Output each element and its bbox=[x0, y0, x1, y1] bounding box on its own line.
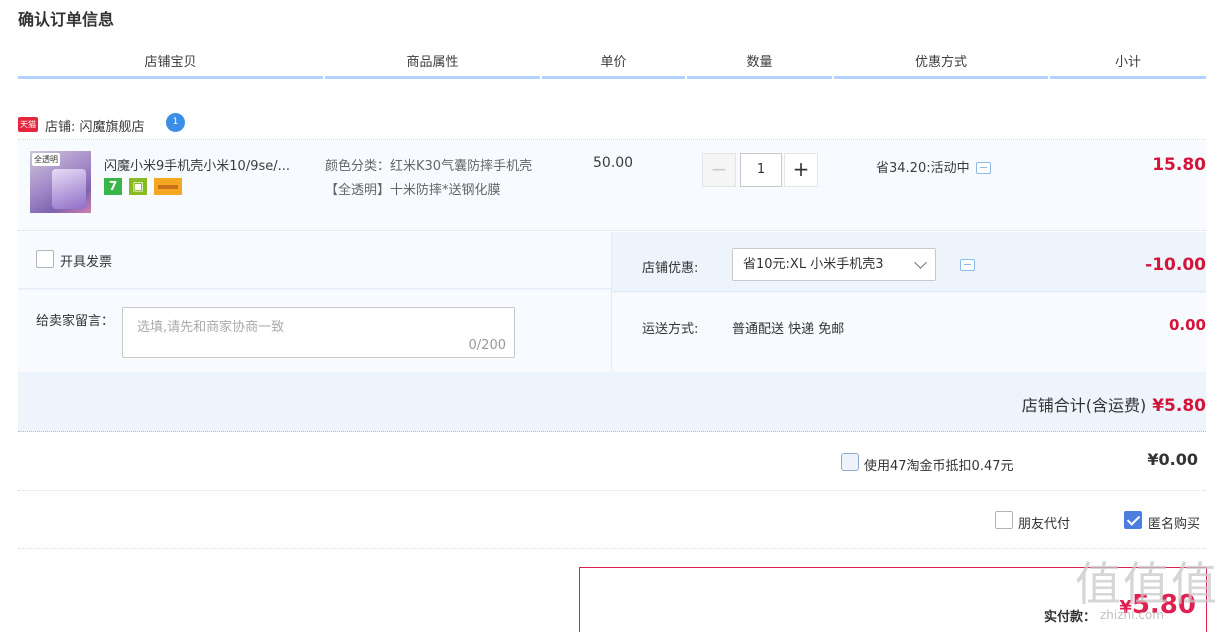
discount-text: 省34.20:活动中 bbox=[876, 161, 970, 176]
invoice-label[interactable]: 开具发票 bbox=[60, 251, 112, 270]
watermark-logo: 值值值 bbox=[1075, 557, 1219, 611]
shipping-fee: 0.00 bbox=[1168, 316, 1206, 334]
shop-total: 店铺合计(含运费) ¥5.80 bbox=[1022, 392, 1206, 416]
memo-char-count: 0/200 bbox=[468, 338, 506, 353]
order-item-row: 全透明 闪魔小米9手机壳小米10/9se/... 7 ▣ 颜色分类：红米K30气… bbox=[18, 141, 1206, 231]
coins-value: ¥0.00 bbox=[1147, 450, 1198, 469]
thumbnail-tag: 全透明 bbox=[32, 153, 60, 166]
credit-card-icon[interactable] bbox=[154, 178, 183, 195]
column-divider bbox=[611, 232, 612, 372]
coins-checkbox[interactable] bbox=[841, 453, 859, 471]
taobao-coins-row: 使用47淘金币抵扣0.47元 ¥0.00 bbox=[18, 433, 1206, 491]
shop-total-value: ¥5.80 bbox=[1152, 396, 1206, 416]
item-subtotal: 15.80 bbox=[1152, 155, 1206, 175]
message-icon[interactable] bbox=[975, 162, 991, 174]
col-header-discount: 优惠方式 bbox=[834, 53, 1048, 79]
shop-discount-select[interactable]: 省10元:XL 小米手机壳3 bbox=[732, 248, 936, 281]
chat-bubble-icon[interactable]: 1 bbox=[166, 113, 185, 132]
message-icon[interactable] bbox=[960, 259, 975, 271]
friend-pay-label[interactable]: 朋友代付 bbox=[1018, 513, 1070, 532]
col-header-shop-item: 店铺宝贝 bbox=[18, 53, 323, 79]
invoice-checkbox[interactable] bbox=[36, 250, 54, 268]
shipping-label: 运送方式: bbox=[642, 322, 699, 337]
shop-total-label: 店铺合计(含运费) bbox=[1021, 396, 1147, 415]
chevron-down-icon bbox=[914, 256, 927, 269]
shop-row: 天猫 店铺: 闪魔旗舰店 1 bbox=[18, 113, 1206, 140]
page-title: 确认订单信息 bbox=[18, 10, 115, 29]
product-thumbnail[interactable]: 全透明 bbox=[30, 151, 91, 213]
col-header-unit-price: 单价 bbox=[542, 53, 685, 79]
coins-label[interactable]: 使用47淘金币抵扣0.47元 bbox=[864, 455, 1014, 474]
shipping-section bbox=[612, 293, 1206, 372]
seven-day-return-icon[interactable]: 7 bbox=[104, 178, 122, 195]
shop-discount-label: 店铺优惠: bbox=[642, 261, 699, 276]
purchase-options-row: 朋友代付 匿名购买 bbox=[18, 492, 1206, 549]
memo-placeholder: 选填,请先和商家协商一致 bbox=[137, 320, 285, 335]
anonymous-label[interactable]: 匿名购买 bbox=[1148, 513, 1200, 532]
tmall-logo-icon: 天猫 bbox=[18, 117, 38, 132]
order-options-panel: 开具发票 给卖家留言： 选填,请先和商家协商一致 0/200 店铺优惠: 省10… bbox=[18, 232, 1206, 432]
quantity-input[interactable]: 1 bbox=[740, 153, 782, 187]
phone-case-image bbox=[52, 169, 86, 209]
unit-price: 50.00 bbox=[593, 155, 634, 171]
product-title-link[interactable]: 闪魔小米9手机壳小米10/9se/... bbox=[104, 155, 319, 174]
col-header-quantity: 数量 bbox=[687, 53, 832, 79]
shipping-method: 普通配送 快递 免邮 bbox=[732, 322, 845, 337]
service-icons: 7 ▣ bbox=[104, 178, 185, 196]
guarantee-icon[interactable]: ▣ bbox=[129, 178, 148, 195]
discount-info: 省34.20:活动中 bbox=[876, 157, 991, 176]
watermark-url: zhizhi.com bbox=[1100, 608, 1164, 622]
product-attributes: 颜色分类：红米K30气囊防摔手机壳【全透明】十米防摔*送钢化膜 bbox=[325, 159, 533, 198]
shop-name-link[interactable]: 店铺: 闪魔旗舰店 bbox=[45, 116, 145, 135]
friend-pay-checkbox[interactable] bbox=[995, 511, 1013, 529]
memo-label: 给卖家留言： bbox=[36, 314, 115, 329]
shop-discount-selected: 省10元:XL 小米手机壳3 bbox=[743, 257, 884, 272]
col-header-subtotal: 小计 bbox=[1050, 53, 1206, 79]
col-header-attributes: 商品属性 bbox=[325, 53, 540, 79]
quantity-decrease-button[interactable]: − bbox=[702, 153, 736, 187]
seller-memo-textarea[interactable]: 选填,请先和商家协商一致 0/200 bbox=[122, 307, 515, 358]
anonymous-checkbox[interactable] bbox=[1124, 511, 1142, 529]
quantity-increase-button[interactable]: + bbox=[784, 153, 818, 187]
shop-discount-value: -10.00 bbox=[1145, 255, 1206, 275]
